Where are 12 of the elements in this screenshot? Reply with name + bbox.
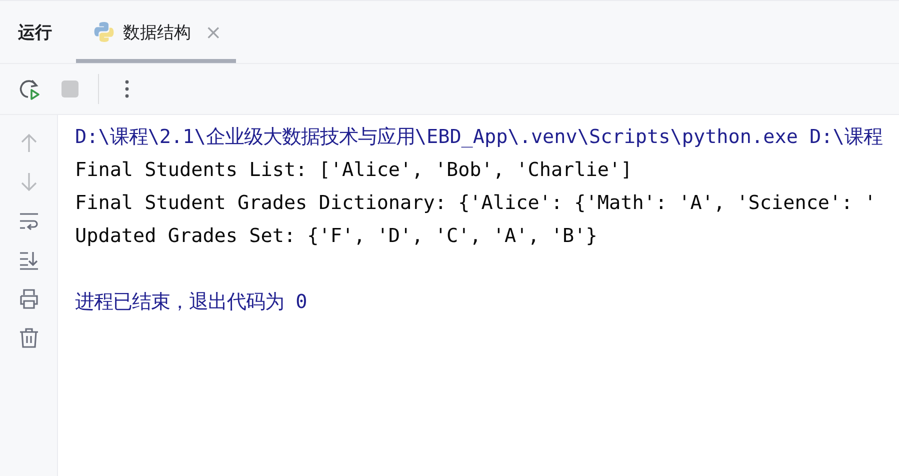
output-line: Final Students List: ['Alice', 'Bob', 'Charlie'] xyxy=(75,157,632,183)
command-line: D:\课程\2.1\企业级大数据技术与应用\EBD_App\.venv\Scripts\python.exe D:\课程 xyxy=(75,124,882,150)
panel-title: 运行 xyxy=(18,22,52,44)
scroll-to-end-icon[interactable] xyxy=(18,249,40,271)
print-icon[interactable] xyxy=(18,288,40,310)
python-logo-icon xyxy=(93,21,115,43)
exit-message: 进程已结束，退出代码为 0 xyxy=(75,289,308,315)
output-line: Updated Grades Set: {'F', 'D', 'C', 'A', 'B'} xyxy=(75,223,598,249)
trash-icon[interactable] xyxy=(18,327,40,349)
output-line: Final Student Grades Dictionary: {'Alice': {'Math': 'A', 'Science': ' xyxy=(75,190,876,216)
soft-wrap-icon[interactable] xyxy=(18,210,40,232)
rerun-icon[interactable] xyxy=(18,77,42,101)
